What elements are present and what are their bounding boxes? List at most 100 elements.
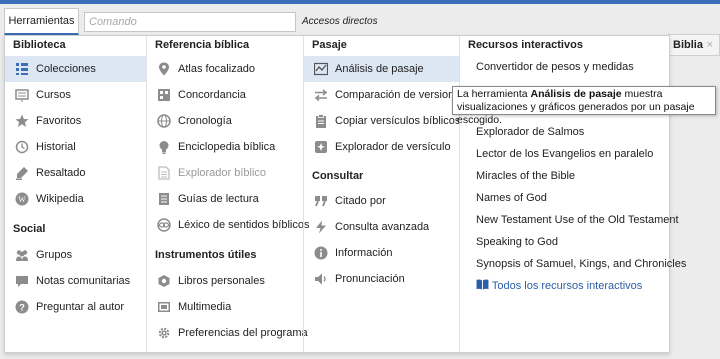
collections-icon	[16, 63, 28, 75]
menu-item-lector-evangelios[interactable]: Lector de los Evangelios en paralelo	[476, 143, 653, 165]
menu-item-concordancia[interactable]: Concordancia	[147, 82, 304, 108]
menu-item-consulta-avanzada[interactable]: Consulta avanzada	[304, 214, 460, 240]
menu-item-label: Preguntar al autor	[36, 301, 125, 313]
book-icon	[476, 279, 489, 290]
tab-herramientas[interactable]: Herramientas	[4, 8, 79, 35]
menu-item-libros-personales[interactable]: Libros personales	[147, 268, 304, 294]
all-resources-link[interactable]: Todos los recursos interactivos	[476, 275, 642, 297]
menu-item-label: Citado por	[335, 195, 386, 207]
reading-guide-icon	[159, 193, 169, 205]
gear-icon	[158, 327, 170, 339]
group-icon	[16, 250, 28, 261]
menu-item-cronologia[interactable]: Cronología	[147, 108, 304, 134]
column-recursos-interactivos: Recursos interactivos Convertidor de pes…	[459, 36, 686, 352]
menu-item-nt-use-of-ot[interactable]: New Testament Use of the Old Testament	[476, 209, 679, 231]
menu-item-historial[interactable]: Historial	[5, 134, 146, 160]
menu-item-label: Análisis de pasaje	[335, 63, 424, 75]
top-toolbar: Herramientas Accesos directos	[0, 0, 720, 35]
compare-arrows-icon	[314, 89, 328, 102]
question-icon: ?	[15, 300, 29, 314]
tooltip-prefix: La herramienta	[457, 88, 531, 100]
menu-item-notas-comunitarias[interactable]: Notas comunitarias	[5, 268, 146, 294]
menu-item-lexico-sentidos-biblicos[interactable]: Léxico de sentidos bíblicos	[147, 212, 309, 238]
menu-item-miracles-of-the-bible[interactable]: Miracles of the Bible	[476, 165, 575, 187]
lightbulb-icon	[159, 141, 169, 154]
menu-item-pronunciacion[interactable]: Pronunciación	[304, 266, 460, 292]
menu-item-preguntar-al-autor[interactable]: ? Preguntar al autor	[5, 294, 146, 320]
menu-item-label: Resaltado	[36, 167, 86, 179]
lexicon-icon	[157, 218, 171, 232]
menu-item-copiar-versiculos[interactable]: Copiar versículos bíblicos	[304, 108, 460, 134]
header-social: Social	[13, 223, 46, 235]
menu-item-label: Historial	[36, 141, 76, 153]
menu-item-names-of-god[interactable]: Names of God	[476, 187, 547, 209]
menu-item-colecciones[interactable]: Colecciones	[5, 56, 146, 82]
menu-item-explorador-versiculo[interactable]: Explorador de versículo	[304, 134, 460, 160]
history-icon	[15, 140, 29, 154]
command-input[interactable]	[84, 12, 296, 32]
menu-item-label: Cursos	[36, 89, 71, 101]
column-referencia-biblica: Referencia bíblica Atlas focalizado Conc…	[146, 36, 309, 352]
menu-item-label: Atlas focalizado	[178, 63, 256, 75]
menu-item-label: Explorador de versículo	[335, 141, 451, 153]
menu-item-label: Pronunciación	[335, 273, 405, 285]
header-pasaje: Pasaje	[312, 39, 347, 51]
close-icon[interactable]: ×	[707, 35, 713, 55]
menu-item-label: Léxico de sentidos bíblicos	[178, 219, 310, 231]
document-icon	[158, 166, 170, 180]
tab-biblia[interactable]: Biblia ×	[668, 34, 720, 56]
menu-item-label: Copiar versículos bíblicos	[335, 115, 461, 127]
clipboard-icon	[316, 114, 326, 128]
menu-item-atlas-focalizado[interactable]: Atlas focalizado	[147, 56, 304, 82]
column-pasaje: Pasaje Análisis de pasaje Comparación de…	[303, 36, 466, 352]
menu-item-label: Concordancia	[178, 89, 246, 101]
menu-item-resaltado[interactable]: Resaltado	[5, 160, 146, 186]
menu-item-enciclopedia-biblica[interactable]: Enciclopedia bíblica	[147, 134, 304, 160]
passage-analysis-icon	[314, 62, 328, 76]
header-instrumentos-utiles: Instrumentos útiles	[155, 249, 257, 261]
tab-biblia-label: Biblia	[673, 39, 703, 51]
menu-item-label: Comparación de versiones	[335, 89, 466, 101]
lightning-icon	[316, 220, 326, 234]
menu-item-grupos[interactable]: Grupos	[5, 242, 146, 268]
wikipedia-icon: W	[15, 192, 29, 206]
menu-item-label: Favoritos	[36, 115, 82, 127]
comment-icon	[16, 276, 28, 287]
shortcuts-link[interactable]: Accesos directos	[302, 16, 378, 27]
menu-item-label: Grupos	[36, 249, 73, 261]
menu-item-comparacion-de-versiones[interactable]: Comparación de versiones	[304, 82, 466, 108]
menu-item-label: Notas comunitarias	[36, 275, 131, 287]
header-referencia-biblica: Referencia bíblica	[155, 39, 250, 51]
menu-item-synopsis[interactable]: Synopsis of Samuel, Kings, and Chronicle…	[476, 253, 686, 275]
menu-item-guias-de-lectura[interactable]: Guías de lectura	[147, 186, 304, 212]
highlighter-icon	[16, 167, 28, 180]
menu-item-label: Wikipedia	[36, 193, 84, 205]
all-resources-label: Todos los recursos interactivos	[491, 280, 643, 292]
menu-item-cursos[interactable]: Cursos	[5, 82, 146, 108]
menu-item-label: Explorador bíblico	[178, 167, 267, 179]
svg-text:?: ?	[19, 303, 25, 314]
header-consultar: Consultar	[312, 170, 364, 182]
menu-item-convertidor[interactable]: Convertidor de pesos y medidas	[476, 56, 634, 78]
menu-item-label: Multimedia	[178, 301, 232, 313]
menu-item-informacion[interactable]: Información	[304, 240, 460, 266]
menu-item-label: Información	[335, 247, 393, 259]
map-pin-icon	[159, 62, 169, 76]
menu-item-label: Cronología	[178, 115, 232, 127]
menu-item-label: Colecciones	[36, 63, 96, 75]
menu-item-label: Consulta avanzada	[335, 221, 430, 233]
svg-text:W: W	[18, 195, 26, 204]
menu-item-label: Preferencias del programa	[178, 327, 308, 339]
menu-item-explorador-biblico[interactable]: Explorador bíblico	[147, 160, 304, 186]
menu-item-label: Guías de lectura	[178, 193, 259, 205]
menu-item-multimedia[interactable]: Multimedia	[147, 294, 304, 320]
speaker-icon	[315, 273, 326, 285]
menu-item-favoritos[interactable]: Favoritos	[5, 108, 146, 134]
menu-item-citado-por[interactable]: Citado por	[304, 188, 460, 214]
menu-item-speaking-to-god[interactable]: Speaking to God	[476, 231, 558, 253]
menu-item-wikipedia[interactable]: W Wikipedia	[5, 186, 146, 212]
menu-item-analisis-de-pasaje[interactable]: Análisis de pasaje	[304, 56, 460, 82]
star-icon	[15, 114, 29, 127]
header-biblioteca: Biblioteca	[13, 39, 66, 51]
menu-item-preferencias[interactable]: Preferencias del programa	[147, 320, 308, 346]
